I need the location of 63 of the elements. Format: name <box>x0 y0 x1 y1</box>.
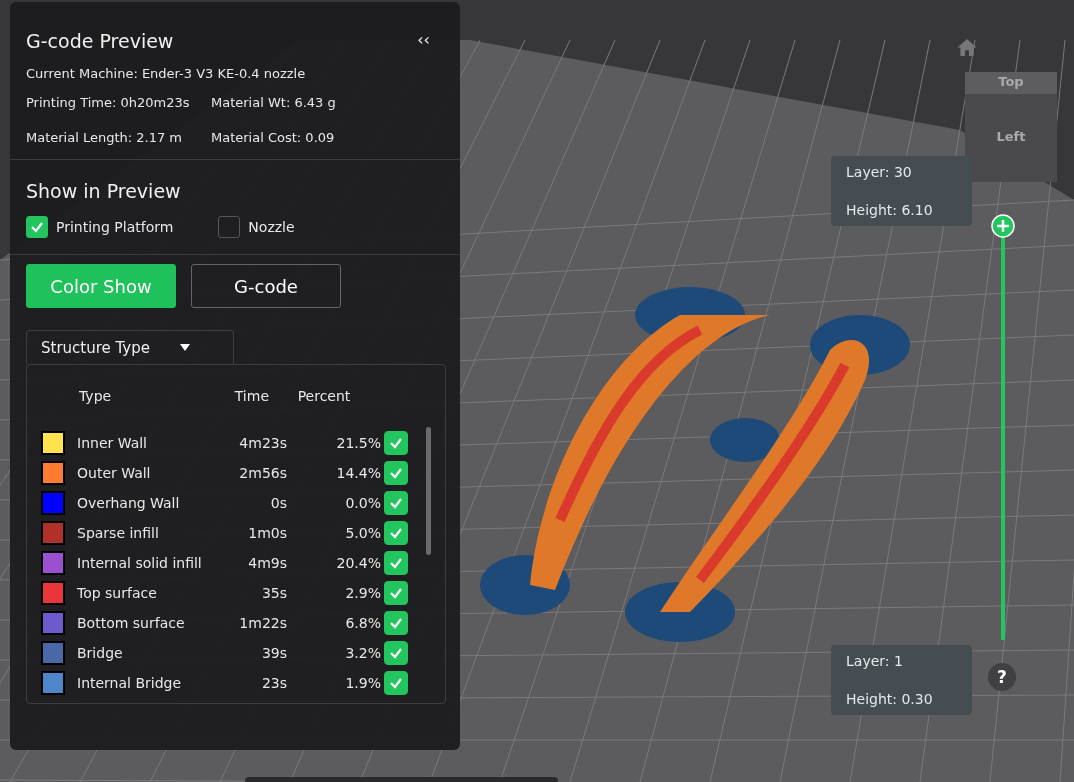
table-cell-text: Internal solid infill <box>77 555 203 571</box>
table-cell-text: 23s <box>260 675 287 691</box>
column-header: Time <box>233 388 269 404</box>
table-cell-text: 5.0% <box>344 525 382 541</box>
table-cell-text: 1m22s <box>238 615 287 631</box>
table-cell-text: 0s <box>269 495 287 511</box>
table-cell-text: 3.2% <box>344 645 382 661</box>
stat-text: Material Wt: 6.43 g <box>211 95 337 110</box>
section-title: Show in Preview <box>26 180 182 202</box>
slider-handle[interactable] <box>991 214 1015 238</box>
table-cell-text: Internal Bridge <box>77 675 183 691</box>
checkbox[interactable] <box>384 461 408 485</box>
checkbox[interactable] <box>384 521 408 545</box>
stat-text: Material Length: 2.17 m <box>26 130 184 145</box>
table-cell-text: 35s <box>260 585 287 601</box>
checkbox[interactable] <box>384 491 408 515</box>
mode-tab[interactable]: G-code <box>191 264 341 308</box>
table-cell-text: Sparse infill <box>77 525 160 541</box>
machine-info: Current Machine: Ender-3 V3 KE-0.4 nozzle <box>26 66 307 81</box>
column-header: Percent <box>296 388 352 404</box>
table-cell-text: 1.9% <box>344 675 382 691</box>
layer-slider-track[interactable] <box>1001 236 1005 640</box>
scrollbar[interactable] <box>426 427 431 555</box>
table-cell-text: Bridge <box>77 645 124 661</box>
table-cell-text: Outer Wall <box>77 465 152 481</box>
table-cell-text: 14.4% <box>335 465 382 481</box>
layer-text: Layer: 1 <box>846 653 904 669</box>
stat-text: Material Cost: 0.09 <box>211 130 336 145</box>
collapse-button[interactable]: ‹‹ <box>417 30 444 49</box>
table-cell-text: 4m9s <box>247 555 287 571</box>
checkbox[interactable] <box>26 216 48 238</box>
table-cell-text: Top surface <box>77 585 158 601</box>
panel-title: G-code Preview <box>26 30 174 52</box>
table-cell-text: 2.9% <box>344 585 382 601</box>
checkbox[interactable] <box>384 671 408 695</box>
checkbox[interactable] <box>384 431 408 455</box>
checkbox[interactable] <box>384 551 408 575</box>
caret-icon <box>180 344 190 351</box>
view-cube[interactable]: Top Left <box>965 72 1057 182</box>
home-icon[interactable] <box>957 39 977 56</box>
table-cell-text: 21.5% <box>335 435 382 451</box>
table-cell-text: 2m56s <box>238 465 287 481</box>
height-text: Height: 0.30 <box>846 691 934 707</box>
checkbox[interactable] <box>384 611 408 635</box>
height-text: Height: 6.10 <box>846 202 934 218</box>
checkbox-label: Nozzle <box>248 219 295 235</box>
table-cell-text: Inner Wall <box>77 435 148 451</box>
table-cell-text: 39s <box>260 645 287 661</box>
column-header: Type <box>79 388 113 404</box>
table-cell-text: 20.4% <box>335 555 382 571</box>
checkbox[interactable] <box>384 581 408 605</box>
layer-text: Layer: 30 <box>846 164 913 180</box>
stat-text: Printing Time: 0h20m23s <box>26 95 191 110</box>
table-cell-text: 1m0s <box>247 525 287 541</box>
table-cell-text: Bottom surface <box>77 615 186 631</box>
structure-dropdown[interactable]: Structure Type <box>26 330 234 364</box>
checkbox[interactable] <box>218 216 241 238</box>
checkbox-label: Printing Platform <box>56 219 174 235</box>
table-cell-text: 4m23s <box>238 435 287 451</box>
checkbox[interactable] <box>384 641 408 665</box>
table-cell-text: 6.8% <box>344 615 382 631</box>
table-cell-text: 0.0% <box>344 495 382 511</box>
table-cell-text: Overhang Wall <box>77 495 181 511</box>
